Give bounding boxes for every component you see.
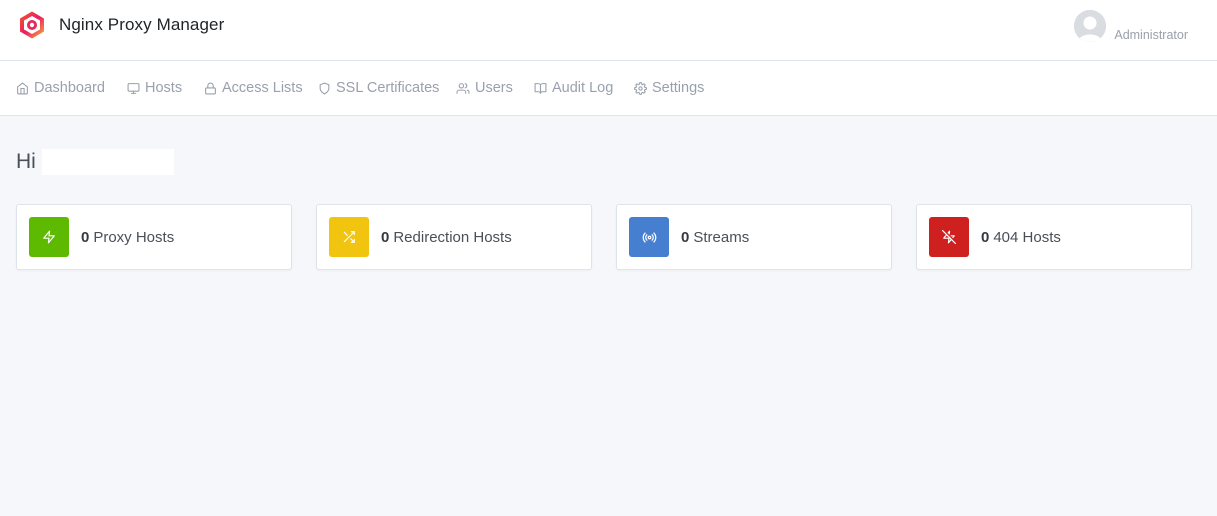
- proxy-hosts-label: Proxy Hosts: [93, 228, 175, 246]
- app-title: Nginx Proxy Manager: [59, 15, 225, 34]
- 404-hosts-stamp: [929, 217, 969, 257]
- main-nav: Dashboard Hosts Access Lists SSL Certifi…: [0, 61, 1217, 116]
- radio-icon: [642, 231, 656, 243]
- streams-count: 0: [681, 228, 690, 246]
- zap-icon: [43, 230, 55, 244]
- nav-label: Access Lists: [222, 80, 303, 96]
- nav-label: Audit Log: [552, 80, 614, 96]
- streams-stamp: [629, 217, 669, 257]
- book-icon: [534, 82, 547, 94]
- proxy-hosts-count: 0: [81, 228, 90, 246]
- user-avatar-icon: [1074, 10, 1107, 42]
- streams-card[interactable]: 0 Streams: [616, 204, 892, 270]
- shield-icon: [319, 82, 330, 94]
- greeting-text: Hi: [16, 150, 36, 173]
- 404-hosts-count: 0: [981, 228, 990, 246]
- gear-icon: [634, 81, 647, 95]
- proxy-hosts-text: 0 Proxy Hosts: [81, 229, 174, 246]
- nav-label: Settings: [652, 80, 705, 96]
- greeting: Hi: [16, 148, 174, 176]
- 404-hosts-card[interactable]: 0 404 Hosts: [916, 204, 1192, 270]
- 404-hosts-text: 0 404 Hosts: [981, 229, 1061, 246]
- avatar[interactable]: [1074, 10, 1107, 42]
- nav-item-dashboard[interactable]: Dashboard: [16, 61, 105, 115]
- proxy-hosts-stamp: [29, 217, 69, 257]
- 404-hosts-label: 404 Hosts: [993, 228, 1061, 246]
- redacted-username: [41, 149, 174, 175]
- redirection-hosts-stamp: [329, 217, 369, 257]
- nav-item-access-lists[interactable]: Access Lists: [204, 61, 303, 115]
- nav-label: Dashboard: [34, 80, 105, 96]
- user-role: Administrator: [1114, 28, 1188, 42]
- nav-item-hosts[interactable]: Hosts: [127, 61, 182, 115]
- nav-item-settings[interactable]: Settings: [634, 61, 704, 115]
- nav-item-audit-log[interactable]: Audit Log: [534, 61, 613, 115]
- nav-label: Users: [475, 80, 513, 96]
- monitor-icon: [127, 82, 140, 94]
- nav-item-ssl-certificates[interactable]: SSL Certificates: [318, 61, 439, 115]
- user-menu[interactable]: Administrator: [1074, 10, 1188, 42]
- redirection-hosts-label: Redirection Hosts: [393, 228, 512, 246]
- lock-icon: [205, 82, 216, 94]
- redirection-hosts-text: 0 Redirection Hosts: [381, 229, 512, 246]
- redirection-hosts-count: 0: [381, 228, 390, 246]
- top-header: Nginx Proxy Manager Administrator: [0, 0, 1217, 61]
- streams-label: Streams: [693, 228, 750, 246]
- streams-text: 0 Streams: [681, 229, 749, 246]
- home-icon: [17, 82, 28, 94]
- brand[interactable]: Nginx Proxy Manager: [17, 10, 224, 40]
- redirection-hosts-card[interactable]: 0 Redirection Hosts: [316, 204, 592, 270]
- shuffle-icon: [343, 231, 355, 243]
- nginx-proxy-manager-logo: [20, 11, 44, 39]
- nav-label: SSL Certificates: [336, 80, 440, 96]
- nav-item-users[interactable]: Users: [456, 61, 513, 115]
- nav-label: Hosts: [145, 80, 183, 96]
- proxy-hosts-card[interactable]: 0 Proxy Hosts: [16, 204, 292, 270]
- zap-off-icon: [942, 230, 956, 244]
- users-icon: [456, 82, 470, 94]
